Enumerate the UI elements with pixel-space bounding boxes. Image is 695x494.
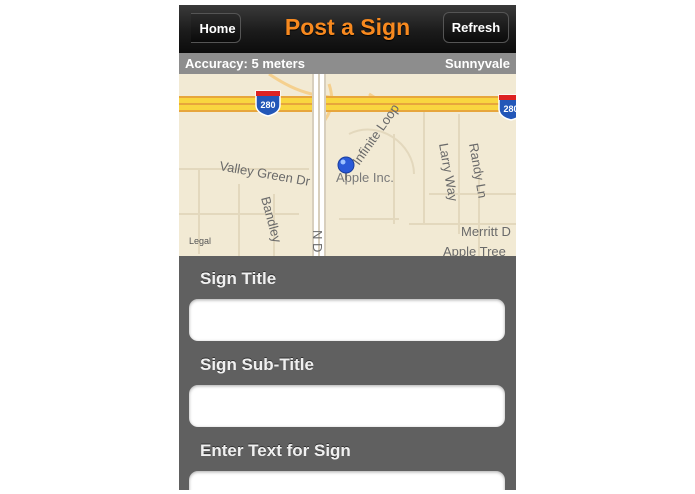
street-label: Randy Ln: [466, 142, 490, 199]
map-canvas: 280 280 Valley Green Dr Infinite Loop La…: [179, 74, 516, 256]
location-status-bar: Accuracy: 5 meters Sunnyvale: [179, 53, 516, 74]
sign-title-input[interactable]: [189, 299, 505, 341]
map-view[interactable]: 280 280 Valley Green Dr Infinite Loop La…: [179, 74, 516, 256]
map-legal-link[interactable]: Legal: [189, 236, 211, 246]
sign-subtitle-label: Sign Sub-Title: [200, 355, 314, 374]
street-label: N D: [310, 230, 325, 252]
street-label: Merritt D: [461, 224, 511, 239]
street-label: Valley Green Dr: [218, 158, 311, 189]
interstate-shield-icon: 280: [498, 94, 516, 121]
street-label: Bandley: [258, 195, 285, 245]
sign-form: Sign Title Sign Sub-Title Enter Text for…: [179, 256, 516, 490]
interstate-shield-icon: 280: [255, 90, 281, 117]
shield-number: 280: [503, 104, 516, 114]
phone-screen: Home Post a Sign Refresh Accuracy: 5 met…: [179, 5, 516, 490]
shield-number: 280: [260, 100, 275, 110]
navigation-bar: Home Post a Sign Refresh: [179, 5, 516, 53]
accuracy-text: Accuracy: 5 meters: [185, 56, 305, 71]
street-label: Apple Tree: [443, 244, 506, 256]
refresh-button[interactable]: Refresh: [443, 12, 509, 43]
sign-text-input[interactable]: [189, 471, 505, 490]
sign-subtitle-input[interactable]: [189, 385, 505, 427]
city-text: Sunnyvale: [444, 56, 510, 71]
sign-title-label: Sign Title: [200, 269, 277, 288]
sign-text-label: Enter Text for Sign: [200, 441, 351, 460]
